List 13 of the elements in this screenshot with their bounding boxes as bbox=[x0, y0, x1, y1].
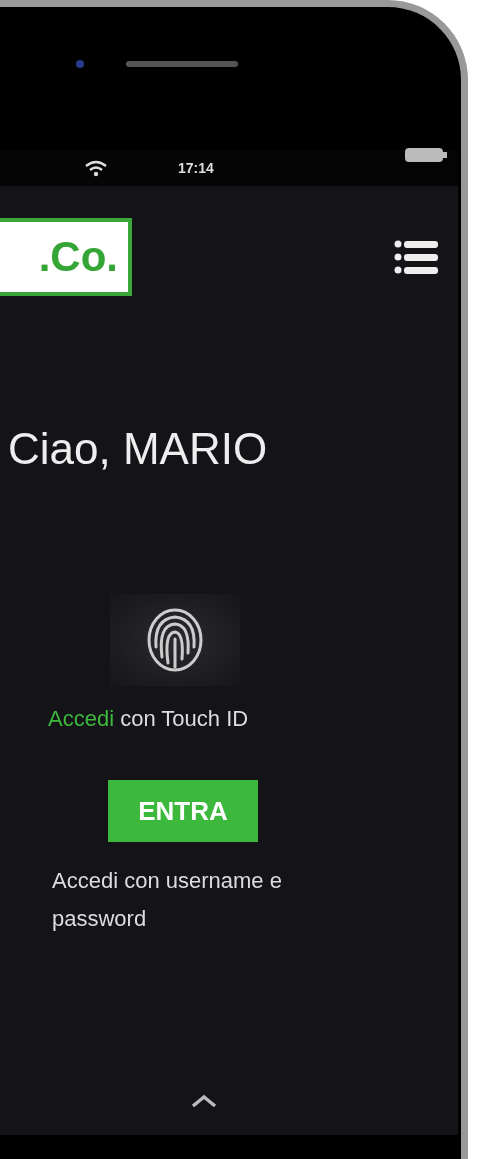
fingerprint-button[interactable] bbox=[110, 594, 240, 686]
chevron-up-icon[interactable] bbox=[190, 1093, 218, 1109]
status-time: 17:14 bbox=[178, 160, 214, 176]
password-login-link[interactable]: Accedi con username e password bbox=[52, 862, 352, 938]
fingerprint-icon bbox=[146, 607, 204, 673]
greeting-text: Ciao, MARIO bbox=[8, 424, 269, 474]
wifi-icon bbox=[84, 159, 108, 177]
touch-id-link[interactable]: Accedi bbox=[48, 706, 115, 731]
camera-icon bbox=[76, 59, 84, 68]
speaker-icon bbox=[126, 60, 238, 67]
touch-id-text: Accedi con Touch ID bbox=[48, 706, 250, 732]
battery-icon bbox=[404, 146, 448, 164]
menu-icon[interactable] bbox=[394, 240, 438, 274]
